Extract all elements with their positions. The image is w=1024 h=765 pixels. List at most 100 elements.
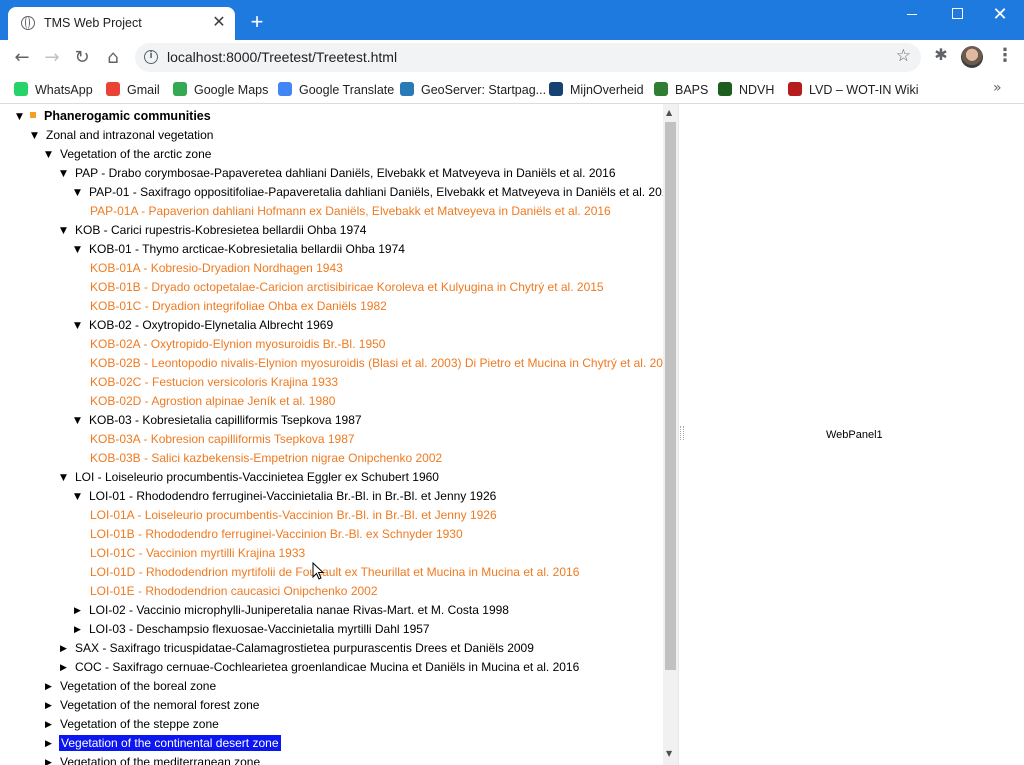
tree-node[interactable]: KOB-02A - Oxytropido-Elynion myosuroidis… [89,335,386,354]
tree-node-label[interactable]: COC - Saxifrago cernuae-Cochlearietea gr… [74,660,580,674]
tree-node-label[interactable]: KOB-03A - Kobresion capilliformis Tsepko… [89,432,356,446]
tree-scrollbar[interactable]: ▲ ▼ [663,104,678,765]
tree-node-label[interactable]: LOI-02 - Vaccinio microphylli-Junipereta… [88,603,510,617]
tree-node[interactable]: ▼ KOB-01 - Thymo arcticae-Kobresietalia b… [74,240,406,259]
tree-node-label[interactable]: KOB-01C - Dryadion integrifoliae Ohba ex… [89,299,388,313]
expanded-arrow-icon[interactable]: ▼ [16,108,30,127]
scroll-up-icon[interactable]: ▲ [666,108,672,117]
expanded-arrow-icon[interactable]: ▼ [60,469,74,488]
tree-node[interactable]: PAP-01A - Papaverion dahliani Hofmann ex… [89,202,612,221]
tree-node-label[interactable]: Vegetation of the steppe zone [59,717,220,731]
tree-node-label[interactable]: KOB-02A - Oxytropido-Elynion myosuroidis… [89,337,386,351]
address-bar[interactable]: i localhost:8000/Treetest/Treetest.html … [135,43,921,72]
bookmark-item[interactable]: GeoServer: Startpag... [400,80,546,100]
tree-node-label[interactable]: KOB-02 - Oxytropido-Elynetalia Albrecht … [88,318,334,332]
tree-node-label[interactable]: LOI-01C - Vaccinion myrtilli Krajina 193… [89,546,306,560]
expanded-arrow-icon[interactable]: ▼ [74,241,88,260]
tree-node-label[interactable]: Vegetation of the continental desert zon… [59,735,281,751]
tree-node[interactable]: KOB-03B - Salici kazbekensis-Empetrion n… [89,449,443,468]
tree-node[interactable]: KOB-03A - Kobresion capilliformis Tsepko… [89,430,356,449]
collapsed-arrow-icon[interactable]: ▶ [45,716,59,735]
tree-node-label[interactable]: Vegetation of the nemoral forest zone [59,698,260,712]
scrollbar-thumb[interactable] [665,122,676,670]
tree-node[interactable]: ▶ LOI-03 - Deschampsio flexuosae-Vaccinie… [74,620,431,639]
tree-node-label[interactable]: KOB - Carici rupestris-Kobresietea bella… [74,223,367,237]
tree-node-label[interactable]: SAX - Saxifrago tricuspidatae-Calamagros… [74,641,535,655]
collapsed-arrow-icon[interactable]: ▶ [45,754,59,765]
expanded-arrow-icon[interactable]: ▼ [74,412,88,431]
tree-node-label[interactable]: Vegetation of the arctic zone [59,147,212,161]
tree-node-label[interactable]: Phanerogamic communities [43,109,212,123]
tree-node-label[interactable]: KOB-03 - Kobresietalia capilliformis Tse… [88,413,363,427]
tree-node[interactable]: LOI-01A - Loiseleurio procumbentis-Vacci… [89,506,498,525]
window-close-button[interactable]: ✕ [978,0,1022,30]
menu-kebab-icon[interactable]: ⋮ [996,46,1014,68]
collapsed-arrow-icon[interactable]: ▶ [45,697,59,716]
reload-icon[interactable]: ↻ [70,46,94,70]
tree-node[interactable]: LOI-01C - Vaccinion myrtilli Krajina 193… [89,544,306,563]
tree-node[interactable]: LOI-01E - Rhododendrion caucasici Onipch… [89,582,379,601]
maximize-button[interactable] [935,0,979,30]
expanded-arrow-icon[interactable]: ▼ [60,222,74,241]
panel-splitter[interactable] [678,104,685,765]
tree-node-label[interactable]: KOB-01 - Thymo arcticae-Kobresietalia be… [88,242,406,256]
tree-node-label[interactable]: KOB-02C - Festucion versicoloris Krajina… [89,375,339,389]
splitter-grip-icon[interactable] [680,426,684,440]
bookmark-item[interactable]: Google Translate [278,80,394,100]
url-text[interactable]: localhost:8000/Treetest/Treetest.html [167,49,397,65]
collapsed-arrow-icon[interactable]: ▶ [60,659,74,678]
expanded-arrow-icon[interactable]: ▼ [60,165,74,184]
extensions-puzzle-icon[interactable]: ✱ [932,46,950,64]
tree-node[interactable]: KOB-02D - Agrostion alpinae Jeník et al.… [89,392,336,411]
bookmark-item[interactable]: MijnOverheid [549,80,644,100]
tree-node[interactable]: ▶ LOI-02 - Vaccinio microphylli-Juniperet… [74,601,510,620]
tree-node[interactable]: KOB-01C - Dryadion integrifoliae Ohba ex… [89,297,388,316]
tree-node[interactable]: ▼ PAP - Drabo corymbosae-Papaveretea dahl… [60,164,617,183]
tree-node-label[interactable]: KOB-01B - Dryado octopetalae-Caricion ar… [89,280,605,294]
tree-node[interactable]: ▼ Vegetation of the arctic zone [45,145,212,164]
expanded-arrow-icon[interactable]: ▼ [31,127,45,146]
scroll-down-icon[interactable]: ▼ [666,749,672,758]
tree-node[interactable]: ▶ Vegetation of the mediterranean zone [45,753,261,765]
tree-node[interactable]: KOB-01A - Kobresio-Dryadion Nordhagen 19… [89,259,344,278]
tree-node-label[interactable]: PAP - Drabo corymbosae-Papaveretea dahli… [74,166,617,180]
collapsed-arrow-icon[interactable]: ▶ [74,602,88,621]
tree-node-label[interactable]: KOB-03B - Salici kazbekensis-Empetrion n… [89,451,443,465]
back-arrow-icon[interactable]: ← [10,46,34,70]
collapsed-arrow-icon[interactable]: ▶ [45,678,59,697]
tree-node[interactable]: ▼ Zonal and intrazonal vegetation [31,126,214,145]
tree-node[interactable]: ▶ Vegetation of the boreal zone [45,677,217,696]
expanded-arrow-icon[interactable]: ▼ [45,146,59,165]
tree-node-label[interactable]: LOI-01D - Rhododendrion myrtifolii de Fo… [89,565,580,579]
tree-node-label[interactable]: Vegetation of the mediterranean zone [59,755,261,765]
minimize-button[interactable] [890,0,934,30]
bookmark-item[interactable]: BAPS [654,80,708,100]
tree-node[interactable]: ▼ KOB-02 - Oxytropido-Elynetalia Albrecht… [74,316,334,335]
bookmarks-overflow-icon[interactable]: » [993,80,1002,96]
tree-node[interactable]: LOI-01B - Rhododendro ferruginei-Vaccini… [89,525,464,544]
profile-avatar[interactable] [961,46,983,68]
forward-arrow-icon[interactable]: → [40,46,64,70]
tree-node-label[interactable]: LOI-01B - Rhododendro ferruginei-Vaccini… [89,527,464,541]
tree-node[interactable]: KOB-02C - Festucion versicoloris Krajina… [89,373,339,392]
tree-node[interactable]: ▼ KOB - Carici rupestris-Kobresietea bell… [60,221,367,240]
tree-node[interactable]: ▶ Vegetation of the continental desert zo… [45,734,281,753]
tree-node-label[interactable]: LOI-01 - Rhododendro ferruginei-Vaccinie… [88,489,497,503]
tree-node-label[interactable]: LOI-01A - Loiseleurio procumbentis-Vacci… [89,508,498,522]
bookmark-item[interactable]: Google Maps [173,80,268,100]
tree-node-label[interactable]: PAP-01 - Saxifrago oppositifoliae-Papave… [88,185,663,199]
expanded-arrow-icon[interactable]: ▼ [74,488,88,507]
expanded-arrow-icon[interactable]: ▼ [74,184,88,203]
new-tab-button[interactable]: + [245,10,269,34]
tree-node-label[interactable]: LOI - Loiseleurio procumbentis-Vacciniet… [74,470,440,484]
tree-node[interactable]: ▶ Vegetation of the nemoral forest zone [45,696,260,715]
bookmark-item[interactable]: WhatsApp [14,80,93,100]
tree-node[interactable]: ▼ LOI - Loiseleurio procumbentis-Vaccinie… [60,468,440,487]
tree-node[interactable]: KOB-01B - Dryado octopetalae-Caricion ar… [89,278,605,297]
tree-node-label[interactable]: PAP-01A - Papaverion dahliani Hofmann ex… [89,204,612,218]
tree-node[interactable]: KOB-02B - Leontopodio nivalis-Elynion my… [89,354,663,373]
bookmark-item[interactable]: LVD – WOT-IN Wiki [788,80,919,100]
bookmark-star-icon[interactable]: ☆ [896,46,911,66]
tree-node-label[interactable]: KOB-02D - Agrostion alpinae Jeník et al.… [89,394,336,408]
collapsed-arrow-icon[interactable]: ▶ [60,640,74,659]
